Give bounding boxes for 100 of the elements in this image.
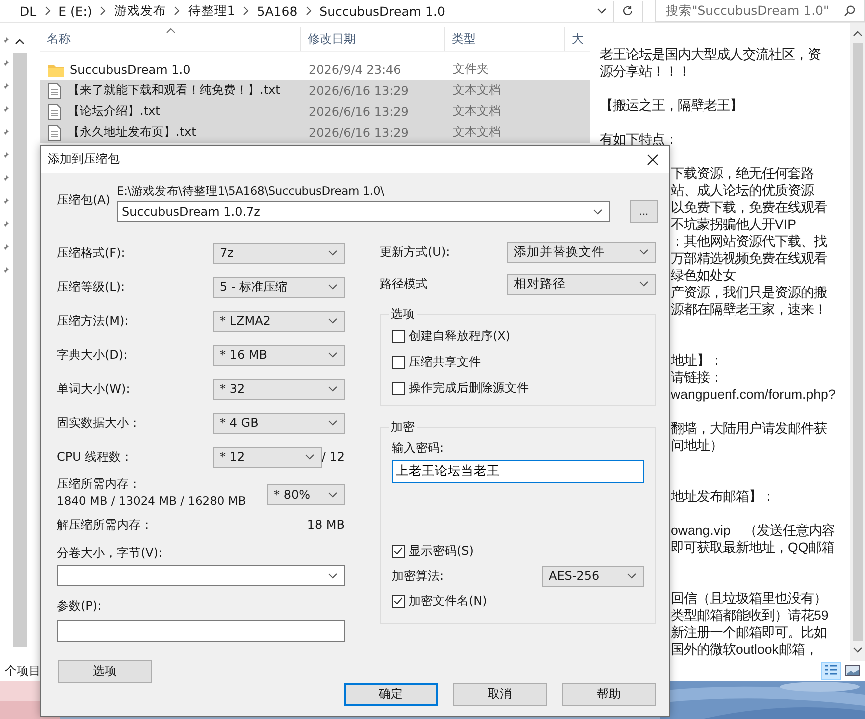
dialog-button[interactable]: 帮助: [562, 683, 656, 706]
scroll-down-icon[interactable]: [852, 647, 862, 653]
item-count: 个项目: [4, 662, 41, 680]
preview-text-line: 绿色如处女: [671, 268, 736, 283]
breadcrumb[interactable]: 待整理1: [188, 2, 236, 20]
column-header[interactable]: 名称: [40, 27, 301, 51]
details-view-button[interactable]: [821, 662, 841, 680]
dropdown[interactable]: AES-256: [542, 566, 644, 586]
refresh-icon: [622, 5, 634, 17]
file-type: 文本文档: [452, 82, 501, 99]
chevron-down-icon: [328, 572, 338, 578]
close-icon[interactable]: [647, 154, 659, 166]
checkbox[interactable]: [392, 330, 405, 342]
dropdown[interactable]: * 16 MB: [213, 344, 345, 366]
column-header[interactable]: 大: [565, 27, 590, 51]
checkbox-label: 加密文件名(N): [409, 592, 488, 610]
chevron-down-icon: [328, 492, 338, 498]
file-date: 2026/6/16 13:29: [308, 104, 410, 118]
setting-label: 压缩方法(M):: [57, 312, 130, 330]
checkbox-label: 压缩共享文件: [409, 354, 481, 370]
archive-name-combo[interactable]: SuccubusDream 1.0.7z: [117, 201, 610, 222]
file-date: 2026/6/16 13:29: [308, 126, 410, 140]
scroll-up-icon[interactable]: [15, 39, 25, 45]
preview-text-line: ：其他网站资源代下载、找: [671, 234, 827, 249]
chevron-down-icon: [627, 573, 637, 579]
breadcrumb[interactable]: DL: [20, 4, 37, 18]
options-button[interactable]: 选项: [58, 660, 152, 683]
setting-label: 压缩格式(F):: [57, 244, 126, 262]
breadcrumb[interactable]: E (E:): [58, 4, 92, 18]
file-name: 【论坛介绍】.txt: [68, 103, 160, 120]
column-header[interactable]: 修改日期: [301, 27, 445, 51]
group-title: 选项: [390, 306, 416, 323]
chevron-down-icon: [328, 250, 338, 256]
dropdown[interactable]: * LZMA2: [213, 310, 345, 332]
checkbox[interactable]: [392, 594, 405, 608]
volume-label: 分卷大小，字节(V):: [57, 545, 164, 561]
decompress-memory-value: 18 MB: [307, 518, 345, 532]
dropdown[interactable]: 相对路径: [507, 274, 656, 294]
dropdown[interactable]: * 32: [213, 378, 345, 400]
browse-button[interactable]: ...: [630, 200, 658, 223]
password-field[interactable]: 上老王论坛当老王: [392, 460, 644, 483]
preview-text-line: 【搬运之王，隔壁老王】: [600, 98, 743, 113]
setting-label: 解压缩所需内存：: [57, 516, 153, 534]
chevron-down-icon[interactable]: [597, 8, 607, 14]
preview-text-line: wangpuenf.com/forum.php?: [671, 387, 836, 402]
breadcrumb[interactable]: SuccubusDream 1.0: [320, 4, 446, 18]
file-type: 文本文档: [452, 103, 501, 120]
dropdown[interactable]: 7z: [213, 242, 345, 264]
preview-text-line: 老王论坛是国内大型成人交流社区，资: [600, 47, 821, 62]
chevron-right-icon: [174, 6, 180, 16]
breadcrumb[interactable]: 5A168: [257, 4, 298, 18]
folder-icon: [48, 62, 64, 76]
dialog-button[interactable]: 取消: [453, 683, 547, 706]
chevron-down-icon: [639, 281, 649, 287]
preview-text-line: 类型邮箱都能收到）请花59: [671, 608, 829, 623]
dropdown[interactable]: * 4 GB: [213, 412, 345, 434]
checkbox[interactable]: [392, 544, 405, 558]
file-row[interactable]: 【来了就能下载和观看！纯免费！】.txt 2026/6/16 13:29 文本文档: [40, 80, 590, 101]
dropdown[interactable]: 添加并替换文件: [507, 242, 656, 262]
setting-label: 加密算法:: [392, 568, 444, 584]
checkbox[interactable]: [392, 356, 405, 368]
setting-label: 更新方式(U):: [380, 244, 452, 260]
archive-path: E:\游戏发布\待整理1\5A168\SuccubusDream 1.0\: [117, 184, 386, 200]
dialog-button[interactable]: 确定: [344, 683, 438, 706]
memory-label: 压缩所需内存：: [57, 476, 142, 493]
dropdown[interactable]: * 12: [213, 446, 322, 468]
file-row[interactable]: 【论坛介绍】.txt 2026/6/16 13:29 文本文档: [40, 101, 590, 122]
preview-text-line: owang.vip （发送任意内容: [671, 523, 835, 538]
chevron-right-icon: [44, 6, 51, 16]
file-type: 文本文档: [452, 124, 501, 141]
volume-size-combo[interactable]: [57, 565, 345, 586]
breadcrumb[interactable]: 游戏发布: [114, 2, 166, 20]
search-field[interactable]: 搜索"SuccubusDream 1.0": [655, 0, 865, 22]
setting-label: 单词大小(W):: [57, 380, 132, 398]
checkbox-label: 创建自释放程序(X): [409, 328, 511, 344]
preview-text-line: 产资源，我们只是资源的搬: [671, 285, 827, 300]
column-header[interactable]: 类型: [445, 27, 565, 51]
document-icon: [48, 104, 62, 120]
address-bar[interactable]: DL E (E:) 游戏发布 待整理1 5A168 SuccubusDream 1.0: [0, 0, 614, 22]
setting-label: 字典大小(D):: [57, 346, 129, 364]
preview-text-line: 即可获取最新地址，QQ邮箱: [671, 540, 835, 555]
setting-label: 压缩等级(L):: [57, 278, 126, 296]
checkbox[interactable]: [392, 382, 405, 394]
preview-text-line: 新注册一个邮箱即可。比如: [671, 625, 827, 640]
file-row[interactable]: SuccubusDream 1.0 2026/9/4 23:46 文件夹: [40, 59, 590, 80]
setting-label: 路径模式: [380, 276, 429, 292]
chevron-right-icon: [243, 6, 250, 16]
dropdown[interactable]: * 80%: [267, 484, 345, 505]
chevron-down-icon: [328, 352, 338, 358]
checkbox-label: 显示密码(S): [409, 542, 474, 560]
dropdown[interactable]: 5 - 标准压缩: [213, 276, 345, 298]
file-row[interactable]: 【永久地址发布页】.txt 2026/6/16 13:29 文本文档: [40, 122, 590, 143]
chevron-down-icon: [328, 318, 338, 324]
parameters-field[interactable]: [57, 620, 345, 642]
setting-label: 固实数据大小：: [57, 414, 142, 432]
scroll-up-icon[interactable]: [852, 31, 862, 37]
preview-text-line: 以免费下载，免费在线观看: [671, 200, 827, 215]
memory-usage: 1840 MB / 13024 MB / 16280 MB: [57, 493, 246, 510]
preview-text-line: 源分享站！！！: [600, 64, 691, 79]
chevron-down-icon: [328, 386, 338, 392]
